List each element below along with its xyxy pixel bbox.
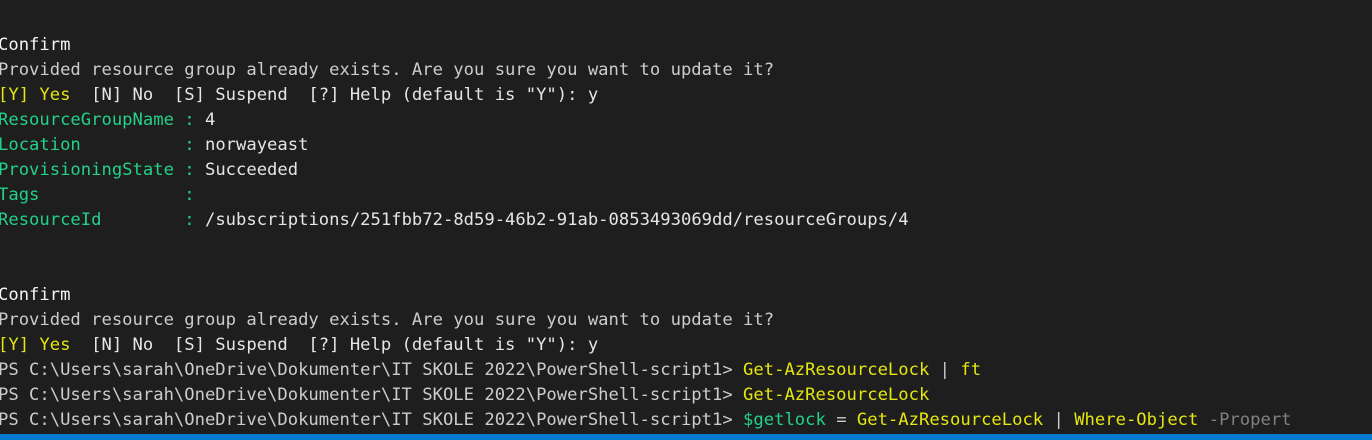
property-sep: : [184, 135, 205, 155]
command: Get-AzResourceLock [743, 385, 930, 405]
confirm-question: Provided resource group already exists. … [0, 310, 775, 330]
confirm-title: Confirm [0, 35, 71, 55]
property-key: Location [0, 135, 185, 155]
confirm-options: [Y] Yes [N] No [S] Suspend [?] Help (def… [0, 333, 598, 358]
yes-option: [Y] Yes [0, 335, 71, 355]
parameter: -Propert [1198, 410, 1292, 430]
property-row: ResourceId : /subscriptions/251fbb72-8d5… [0, 208, 909, 233]
property-sep: : [184, 185, 205, 205]
prompt-path: PS C:\Users\sarah\OneDrive\Dokumenter\IT… [0, 385, 744, 405]
property-row: ResourceGroupName : 4 [0, 108, 215, 133]
terminal-window[interactable]: Confirm Provided resource group already … [0, 0, 1372, 440]
command: Where-Object [1074, 410, 1199, 430]
assign-operator: = [825, 410, 857, 430]
property-row: Tags : [0, 183, 205, 208]
property-key: Tags [0, 185, 185, 205]
command: ft [960, 360, 982, 380]
property-key: ResourceGroupName [0, 110, 185, 130]
command: Get-AzResourceLock [743, 360, 930, 380]
property-row: ProvisioningState : Succeeded [0, 158, 298, 183]
status-bar [0, 434, 1372, 440]
pipe: | [1043, 410, 1075, 430]
prompt-line: PS C:\Users\sarah\OneDrive\Dokumenter\IT… [0, 358, 981, 383]
prompt-line: PS C:\Users\sarah\OneDrive\Dokumenter\IT… [0, 383, 929, 408]
property-sep: : [184, 160, 205, 180]
property-sep: : [184, 110, 205, 130]
property-value: norwayeast [204, 135, 309, 155]
property-row: Location : norwayeast [0, 133, 308, 158]
confirm-options: [Y] Yes [N] No [S] Suspend [?] Help (def… [0, 83, 598, 108]
property-value: 4 [204, 110, 216, 130]
property-key: ResourceId [0, 210, 185, 230]
yes-option: [Y] Yes [0, 85, 71, 105]
prompt-path: PS C:\Users\sarah\OneDrive\Dokumenter\IT… [0, 360, 744, 380]
prompt-path: PS C:\Users\sarah\OneDrive\Dokumenter\IT… [0, 410, 744, 430]
property-value: /subscriptions/251fbb72-8d59-46b2-91ab-0… [204, 210, 909, 230]
property-value: Succeeded [204, 160, 299, 180]
property-key: ProvisioningState [0, 160, 185, 180]
variable: $getlock [743, 410, 826, 430]
confirm-question: Provided resource group already exists. … [0, 60, 775, 80]
property-sep: : [184, 210, 205, 230]
other-options: [N] No [S] Suspend [?] Help (default is … [70, 335, 599, 355]
command: Get-AzResourceLock [856, 410, 1044, 430]
confirm-title: Confirm [0, 285, 71, 305]
prompt-input-line[interactable]: PS C:\Users\sarah\OneDrive\Dokumenter\IT… [0, 408, 1292, 433]
pipe: | [929, 360, 961, 380]
other-options: [N] No [S] Suspend [?] Help (default is … [70, 85, 599, 105]
